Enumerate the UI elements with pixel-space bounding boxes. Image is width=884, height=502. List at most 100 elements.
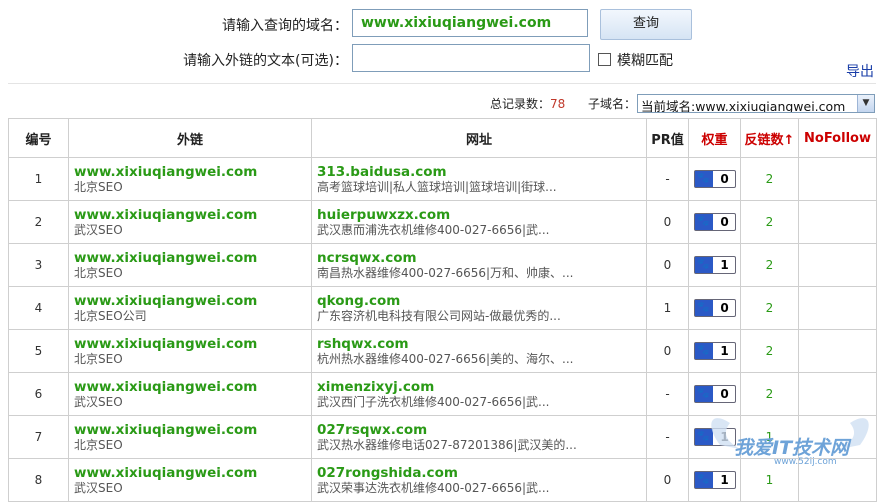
weight-badge[interactable]: 🐾 0 <box>693 385 736 403</box>
link-cell: www.xixiuqiangwei.com 北京SEO <box>68 243 312 287</box>
row-number: 7 <box>8 415 69 459</box>
url-cell: ncrsqwx.com 南昌热水器维修400-027-6656|万和、帅康、... <box>311 243 647 287</box>
link-cell: www.xixiuqiangwei.com 武汉SEO <box>68 200 312 244</box>
backlink-count: 1 <box>740 415 799 459</box>
header-url: 网址 <box>311 118 647 158</box>
total-records-label: 总记录数： <box>490 97 551 111</box>
url-cell: 313.baidusa.com 高考篮球培训|私人篮球培训|篮球培训|街球... <box>311 157 647 201</box>
weight-value: 1 <box>720 258 729 272</box>
weight-badge[interactable]: 🐾 1 <box>693 342 736 360</box>
backlink-domain-link[interactable]: www.xixiuqiangwei.com <box>74 379 310 395</box>
weight-badge[interactable]: 🐾 1 <box>693 428 736 446</box>
backlink-count: 2 <box>740 372 799 416</box>
weight-badge[interactable]: 🐾 0 <box>693 213 736 231</box>
domain-input[interactable] <box>352 9 588 37</box>
table-row: 3 www.xixiuqiangwei.com 北京SEO ncrsqwx.com 南昌… <box>8 243 877 287</box>
pr-value: - <box>646 157 689 201</box>
anchor-text-input[interactable] <box>352 44 590 72</box>
weight-badge[interactable]: 🐾 0 <box>693 299 736 317</box>
source-url-link[interactable]: 313.baidusa.com <box>317 164 645 180</box>
table-row: 4 www.xixiuqiangwei.com 北京SEO公司 qkong.com 广东… <box>8 286 877 330</box>
weight-value: 0 <box>720 387 729 401</box>
url-cell: huierpuwxzx.com 武汉惠而浦洗衣机维修400-027-6656|武.… <box>311 200 647 244</box>
baidu-paw-icon: 🐾 <box>694 300 713 316</box>
anchor-text: 北京SEO公司 <box>74 308 147 323</box>
backlink-count: 2 <box>740 200 799 244</box>
row-number: 6 <box>8 372 69 416</box>
export-link[interactable]: 导出 <box>846 61 874 81</box>
text-label: 请输入外链的文本(可选)： <box>183 53 348 69</box>
anchor-text: 北京SEO <box>74 351 123 366</box>
backlink-domain-link[interactable]: www.xixiuqiangwei.com <box>74 465 310 481</box>
baidu-paw-icon: 🐾 <box>694 257 713 273</box>
row-number: 1 <box>8 157 69 201</box>
query-button[interactable]: 查询 <box>600 9 692 40</box>
divider <box>8 83 876 84</box>
pr-value: 0 <box>646 458 689 502</box>
source-url-link[interactable]: ncrsqwx.com <box>317 250 645 266</box>
weight-value: 1 <box>720 473 729 487</box>
weight-badge[interactable]: 🐾 1 <box>693 256 736 274</box>
header-pr[interactable]: PR值 <box>646 118 689 158</box>
weight-badge[interactable]: 🐾 1 <box>693 471 736 489</box>
backlink-count: 2 <box>740 243 799 287</box>
pr-value: 1 <box>646 286 689 330</box>
weight-cell: 🐾 0 <box>688 200 741 244</box>
source-url-link[interactable]: rshqwx.com <box>317 336 645 352</box>
anchor-text: 武汉SEO <box>74 480 123 495</box>
url-cell: 027rsqwx.com 武汉热水器维修电话027-87201386|武汉美的..… <box>311 415 647 459</box>
backlink-count: 2 <box>740 329 799 373</box>
url-cell: ximenzixyj.com 武汉西门子洗衣机维修400-027-6656|武..… <box>311 372 647 416</box>
backlink-domain-link[interactable]: www.xixiuqiangwei.com <box>74 164 310 180</box>
source-page-title: 南昌热水器维修400-027-6656|万和、帅康、... <box>317 265 574 280</box>
subdomain-select[interactable]: 当前域名:www.xixiuqiangwei.com ▼ <box>637 94 875 113</box>
source-url-link[interactable]: qkong.com <box>317 293 645 309</box>
source-url-link[interactable]: 027rongshida.com <box>317 465 645 481</box>
link-cell: www.xixiuqiangwei.com 北京SEO <box>68 415 312 459</box>
anchor-text: 北京SEO <box>74 179 123 194</box>
source-page-title: 杭州热水器维修400-027-6656|美的、海尔、... <box>317 351 574 366</box>
header-backlinks[interactable]: 反链数↑ <box>740 118 799 158</box>
anchor-text: 北京SEO <box>74 437 123 452</box>
pr-value: - <box>646 415 689 459</box>
source-url-link[interactable]: 027rsqwx.com <box>317 422 645 438</box>
weight-cell: 🐾 0 <box>688 157 741 201</box>
weight-cell: 🐾 1 <box>688 458 741 502</box>
source-page-title: 武汉热水器维修电话027-87201386|武汉美的... <box>317 437 577 452</box>
total-records-count: 78 <box>550 97 566 111</box>
baidu-paw-icon: 🐾 <box>694 472 713 488</box>
table-header-row: 编号 外链 网址 PR值 权重 反链数↑ NoFollow <box>8 118 877 158</box>
pr-value: - <box>646 372 689 416</box>
link-cell: www.xixiuqiangwei.com 武汉SEO <box>68 458 312 502</box>
source-url-link[interactable]: ximenzixyj.com <box>317 379 645 395</box>
baidu-paw-icon: 🐾 <box>694 171 713 187</box>
weight-value: 0 <box>720 172 729 186</box>
source-url-link[interactable]: huierpuwxzx.com <box>317 207 645 223</box>
weight-cell: 🐾 1 <box>688 329 741 373</box>
anchor-text: 武汉SEO <box>74 222 123 237</box>
table-row: 6 www.xixiuqiangwei.com 武汉SEO ximenzixyj.co… <box>8 372 877 416</box>
fuzzy-match-label: 模糊匹配 <box>617 53 673 69</box>
fuzzy-match-checkbox[interactable] <box>598 53 611 66</box>
backlink-domain-link[interactable]: www.xixiuqiangwei.com <box>74 336 310 352</box>
header-weight[interactable]: 权重 <box>688 118 741 158</box>
nofollow-cell <box>798 415 877 459</box>
header-nofollow[interactable]: NoFollow <box>798 118 877 158</box>
backlink-domain-link[interactable]: www.xixiuqiangwei.com <box>74 207 310 223</box>
source-page-title: 武汉西门子洗衣机维修400-027-6656|武... <box>317 394 550 409</box>
source-page-title: 武汉惠而浦洗衣机维修400-027-6656|武... <box>317 222 550 237</box>
table-row: 5 www.xixiuqiangwei.com 北京SEO rshqwx.com 杭州热… <box>8 329 877 373</box>
row-number: 8 <box>8 458 69 502</box>
anchor-text: 北京SEO <box>74 265 123 280</box>
backlinks-table: 编号 外链 网址 PR值 权重 反链数↑ NoFollow 1 www.xixiu… <box>8 118 877 502</box>
weight-badge[interactable]: 🐾 0 <box>693 170 736 188</box>
baidu-paw-icon: 🐾 <box>694 343 713 359</box>
link-cell: www.xixiuqiangwei.com 北京SEO <box>68 329 312 373</box>
backlink-count: 1 <box>740 458 799 502</box>
chevron-down-icon[interactable]: ▼ <box>857 95 874 112</box>
backlink-domain-link[interactable]: www.xixiuqiangwei.com <box>74 293 310 309</box>
baidu-paw-icon: 🐾 <box>694 214 713 230</box>
backlink-domain-link[interactable]: www.xixiuqiangwei.com <box>74 250 310 266</box>
backlink-domain-link[interactable]: www.xixiuqiangwei.com <box>74 422 310 438</box>
nofollow-cell <box>798 329 877 373</box>
